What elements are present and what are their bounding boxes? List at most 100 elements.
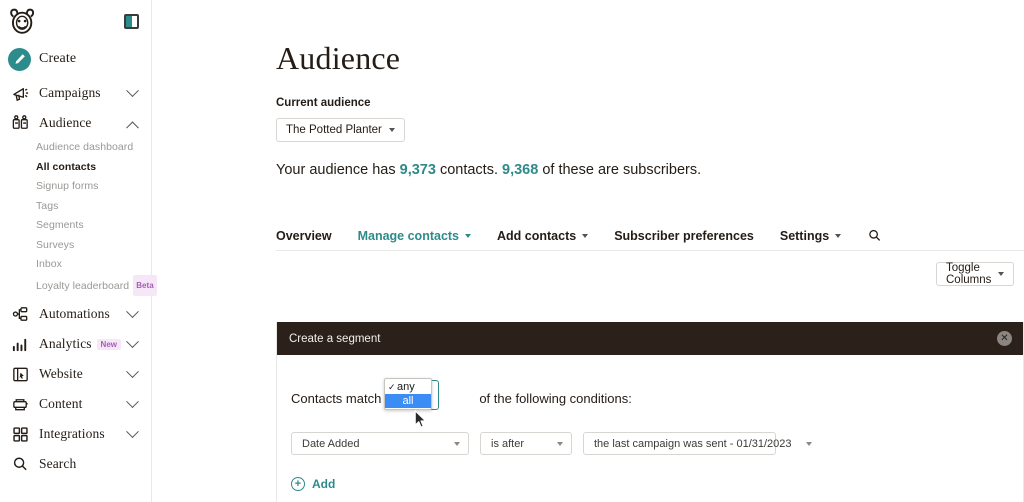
dropdown-option-label: any — [397, 381, 415, 393]
sidebar: Create Campaigns Audience Audience dashb… — [0, 0, 157, 502]
chevron-down-icon — [126, 424, 139, 438]
plus-circle-icon: + — [291, 477, 305, 491]
sidebar-item-audience[interactable]: Audience — [0, 108, 151, 138]
audience-summary: Your audience has 9,373 contacts. 9,368 … — [276, 162, 1024, 178]
audience-subnav: Audience dashboard All contacts Signup f… — [0, 138, 157, 296]
subscribers-count: 9,368 — [502, 162, 539, 178]
current-audience-label: Current audience — [276, 97, 371, 109]
chevron-down-icon — [805, 441, 812, 446]
add-condition-button[interactable]: + Add — [291, 477, 346, 491]
condition-operator-select[interactable]: is after — [480, 432, 572, 455]
sidebar-subitem-tags[interactable]: Tags — [0, 197, 151, 217]
tab-subscriber-preferences[interactable]: Subscriber preferences — [614, 229, 754, 243]
sidebar-subitem-segments[interactable]: Segments — [0, 216, 151, 236]
megaphone-icon — [9, 82, 31, 104]
search-icon — [869, 229, 881, 241]
summary-middle: contacts. — [435, 162, 503, 178]
tab-label: Subscriber preferences — [614, 228, 754, 243]
dropdown-option-any[interactable]: ✓ any — [385, 380, 431, 394]
condition-field-value: Date Added — [302, 437, 360, 450]
segment-panel-header: Create a segment ✕ — [277, 322, 1023, 355]
content-icon — [9, 393, 31, 415]
sidebar-subitem-loyalty-leaderboard[interactable]: Loyalty leaderboard Beta — [0, 274, 157, 296]
tab-add-contacts[interactable]: Add contacts — [497, 228, 589, 243]
sidebar-item-automations[interactable]: Automations — [0, 299, 151, 329]
main-content: Audience Current audience The Potted Pla… — [152, 0, 1024, 502]
chevron-down-icon — [126, 394, 139, 408]
sidebar-item-analytics[interactable]: Analytics New — [0, 329, 151, 359]
sidebar-item-campaigns[interactable]: Campaigns — [0, 78, 151, 108]
sidebar-subitem-inbox[interactable]: Inbox — [0, 255, 151, 275]
tab-search[interactable] — [867, 228, 882, 243]
match-suffix-label: of the following conditions: — [479, 390, 632, 406]
collapse-panel-icon[interactable] — [124, 13, 139, 29]
sidebar-subitem-all-contacts[interactable]: All contacts — [0, 158, 151, 178]
mailchimp-logo[interactable] — [8, 7, 38, 35]
tab-label: Settings — [779, 228, 830, 243]
dropdown-option-all[interactable]: all — [385, 394, 431, 408]
chevron-down-icon — [835, 233, 842, 238]
chevron-down-icon — [465, 233, 472, 238]
sidebar-subitem-audience-dashboard[interactable]: Audience dashboard — [0, 138, 151, 158]
close-icon[interactable]: ✕ — [997, 331, 1012, 346]
subitem-label: Loyalty leaderboard — [36, 279, 130, 292]
toggle-columns-button[interactable]: Toggle Columns — [936, 262, 1015, 286]
audience-selector[interactable]: The Potted Planter — [276, 118, 405, 142]
chevron-down-icon — [582, 233, 589, 238]
condition-field-select[interactable]: Date Added — [291, 432, 469, 455]
check-icon: ✓ — [388, 382, 396, 392]
tab-label: Overview — [276, 228, 332, 243]
tab-settings[interactable]: Settings — [779, 228, 842, 243]
chevron-down-icon — [126, 364, 139, 378]
tab-label: Manage contacts — [357, 228, 460, 243]
chevron-down-icon — [454, 441, 460, 446]
table-toolbar: Toggle Columns Export Audience Download … — [936, 262, 1024, 286]
mailchimp-audience-screen: Create Campaigns Audience Audience dashb… — [0, 0, 1024, 502]
integrations-icon — [9, 423, 31, 445]
condition-row: Date Added is after the last campaign wa… — [291, 432, 1023, 455]
sidebar-item-label: Integrations — [39, 426, 105, 441]
toggle-columns-label: Toggle Columns — [946, 262, 992, 286]
new-badge: New — [96, 338, 121, 350]
summary-suffix: of these are subscribers. — [538, 162, 702, 178]
audience-selector-value: The Potted Planter — [286, 124, 382, 136]
add-condition-label: Add — [312, 477, 336, 491]
chevron-down-icon — [126, 83, 139, 97]
automations-icon — [9, 303, 31, 325]
mouse-cursor-icon — [414, 410, 427, 428]
summary-prefix: Your audience has — [276, 162, 400, 178]
tab-manage-contacts[interactable]: Manage contacts — [357, 228, 472, 243]
chevron-down-icon — [126, 334, 139, 348]
sidebar-subitem-signup-forms[interactable]: Signup forms — [0, 177, 151, 197]
sidebar-item-integrations[interactable]: Integrations — [0, 419, 151, 449]
sidebar-item-search[interactable]: Search — [0, 449, 151, 479]
tab-label: Add contacts — [497, 228, 577, 243]
sidebar-item-label: Search — [39, 456, 77, 471]
audience-tabs: Overview Manage contacts Add contacts Su… — [276, 221, 1024, 251]
analytics-icon — [9, 333, 31, 355]
panel-right-fill — [132, 15, 137, 27]
sidebar-item-label: Website — [39, 366, 83, 381]
sidebar-item-label: Content — [39, 396, 83, 411]
sidebar-item-create[interactable]: Create — [0, 40, 151, 78]
sidebar-item-website[interactable]: Website — [0, 359, 151, 389]
website-icon — [9, 363, 31, 385]
chevron-down-icon — [998, 272, 1005, 276]
sidebar-subitem-surveys[interactable]: Surveys — [0, 236, 151, 256]
sidebar-item-content[interactable]: Content — [0, 389, 151, 419]
chevron-down-icon — [388, 128, 395, 132]
tab-overview[interactable]: Overview — [276, 229, 332, 243]
condition-value-value: the last campaign was sent - 01/31/2023 — [594, 437, 792, 450]
condition-value-select[interactable]: the last campaign was sent - 01/31/2023 — [583, 432, 812, 455]
chevron-up-icon — [126, 120, 139, 134]
sidebar-item-label: Campaigns — [39, 85, 101, 100]
condition-operator-value: is after — [491, 437, 525, 450]
freddie-monkey-icon — [10, 8, 35, 34]
search-icon — [9, 453, 31, 475]
match-type-select-wrapper: ✓ any all — [384, 378, 439, 428]
chevron-down-icon — [557, 441, 563, 446]
sidebar-item-label: Analytics — [39, 336, 92, 351]
page-title: Audience — [276, 40, 401, 76]
segment-panel-body: Contacts match of the following conditio… — [277, 355, 1023, 502]
segment-panel-title: Create a segment — [289, 332, 381, 345]
